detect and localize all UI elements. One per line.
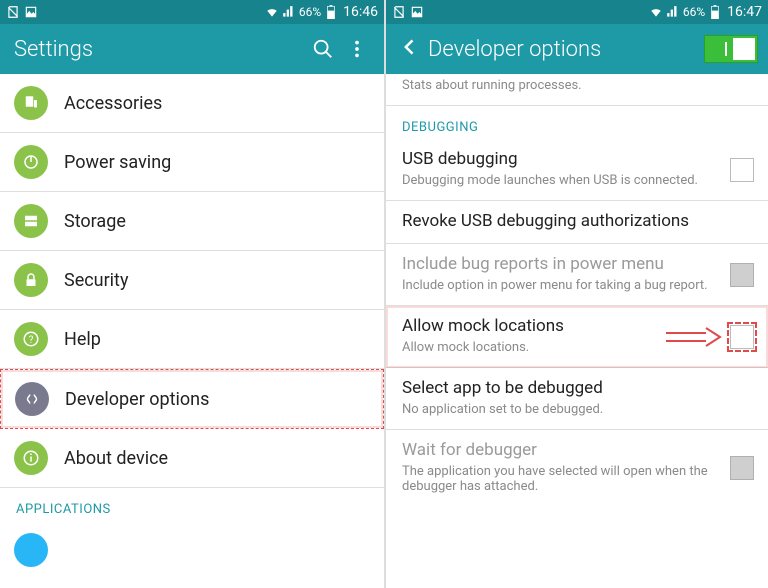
appbar-title: Developer options — [428, 37, 704, 62]
settings-item-about-device[interactable]: About device — [0, 429, 384, 488]
wifi-icon — [265, 5, 279, 19]
usb-debugging-checkbox[interactable] — [730, 158, 754, 182]
row-sub: Debugging mode launches when USB is conn… — [402, 173, 752, 188]
item-label: Help — [64, 329, 101, 350]
row-title: Include bug reports in power menu — [402, 254, 752, 274]
row-allow-mock-locations[interactable]: Allow mock locations Allow mock location… — [386, 306, 768, 368]
clock: 16:46 — [343, 4, 378, 20]
settings-item-help[interactable]: ? Help — [0, 310, 384, 369]
battery-percent: 66% — [683, 5, 705, 19]
appbar-title: Settings — [14, 37, 306, 62]
row-sub: Include option in power menu for taking … — [402, 278, 752, 293]
no-sim-icon — [6, 5, 20, 19]
accessories-icon — [14, 86, 48, 120]
settings-screen: 66% 16:46 Settings Accessories Power sav… — [0, 0, 384, 588]
item-label: About device — [64, 448, 168, 469]
row-sub: Stats about running processes. — [402, 78, 752, 93]
developer-icon — [15, 382, 49, 416]
battery-icon — [710, 5, 720, 19]
settings-list[interactable]: Accessories Power saving Storage Securit… — [0, 74, 384, 588]
row-wait-for-debugger: Wait for debugger The application you ha… — [386, 430, 768, 506]
info-icon — [14, 441, 48, 475]
allow-mock-locations-checkbox[interactable] — [730, 325, 754, 349]
row-title: Wait for debugger — [402, 440, 752, 460]
settings-item-accessories[interactable]: Accessories — [0, 74, 384, 133]
settings-appbar: Settings — [0, 24, 384, 74]
row-select-app-debug[interactable]: Select app to be debugged No application… — [386, 368, 768, 430]
settings-item-developer-options[interactable]: Developer options — [0, 369, 384, 429]
no-sim-icon — [392, 5, 406, 19]
app-icon — [14, 533, 48, 567]
row-title: Revoke USB debugging authorizations — [402, 211, 752, 231]
help-icon: ? — [14, 322, 48, 356]
item-label: Developer options — [65, 389, 209, 410]
item-label: Storage — [64, 211, 126, 232]
developer-options-appbar: Developer options — [386, 24, 768, 74]
developer-options-list[interactable]: Stats about running processes. DEBUGGING… — [386, 74, 768, 588]
wifi-icon — [649, 5, 663, 19]
status-bar: 66% 16:47 — [386, 0, 768, 24]
search-button[interactable] — [306, 32, 340, 66]
row-process-stats-partial[interactable]: Stats about running processes. — [386, 78, 768, 106]
section-header-applications: APPLICATIONS — [0, 488, 384, 521]
power-saving-icon — [14, 145, 48, 179]
back-button[interactable] — [400, 37, 420, 61]
row-revoke-usb[interactable]: Revoke USB debugging authorizations — [386, 201, 768, 244]
section-header-debugging: DEBUGGING — [386, 106, 768, 139]
item-label: Power saving — [64, 152, 171, 173]
screenshot-icon — [24, 5, 38, 19]
item-label: Accessories — [64, 93, 162, 114]
settings-item-storage[interactable]: Storage — [0, 192, 384, 251]
lock-icon — [14, 263, 48, 297]
row-sub: The application you have selected will o… — [402, 464, 752, 494]
item-label: Security — [64, 270, 128, 291]
status-bar: 66% 16:46 — [0, 0, 384, 24]
developer-options-screen: 66% 16:47 Developer options Stats about … — [384, 0, 768, 588]
signal-icon — [282, 5, 296, 19]
battery-icon — [326, 5, 336, 19]
row-title: USB debugging — [402, 149, 752, 169]
signal-icon — [666, 5, 680, 19]
overflow-menu-button[interactable] — [340, 32, 374, 66]
battery-percent: 66% — [299, 5, 321, 19]
settings-item-partial[interactable] — [0, 521, 384, 547]
developer-options-toggle[interactable] — [704, 35, 758, 63]
row-title: Select app to be debugged — [402, 378, 752, 398]
clock: 16:47 — [727, 4, 762, 20]
row-sub: No application set to be debugged. — [402, 402, 752, 417]
screenshot-icon — [410, 5, 424, 19]
include-bug-reports-checkbox — [730, 263, 754, 287]
svg-text:?: ? — [29, 335, 34, 346]
highlight-arrow-icon — [666, 326, 722, 348]
row-include-bug-reports: Include bug reports in power menu Includ… — [386, 244, 768, 306]
settings-item-security[interactable]: Security — [0, 251, 384, 310]
settings-item-power-saving[interactable]: Power saving — [0, 133, 384, 192]
storage-icon — [14, 204, 48, 238]
wait-for-debugger-checkbox — [730, 456, 754, 480]
row-usb-debugging[interactable]: USB debugging Debugging mode launches wh… — [386, 139, 768, 201]
